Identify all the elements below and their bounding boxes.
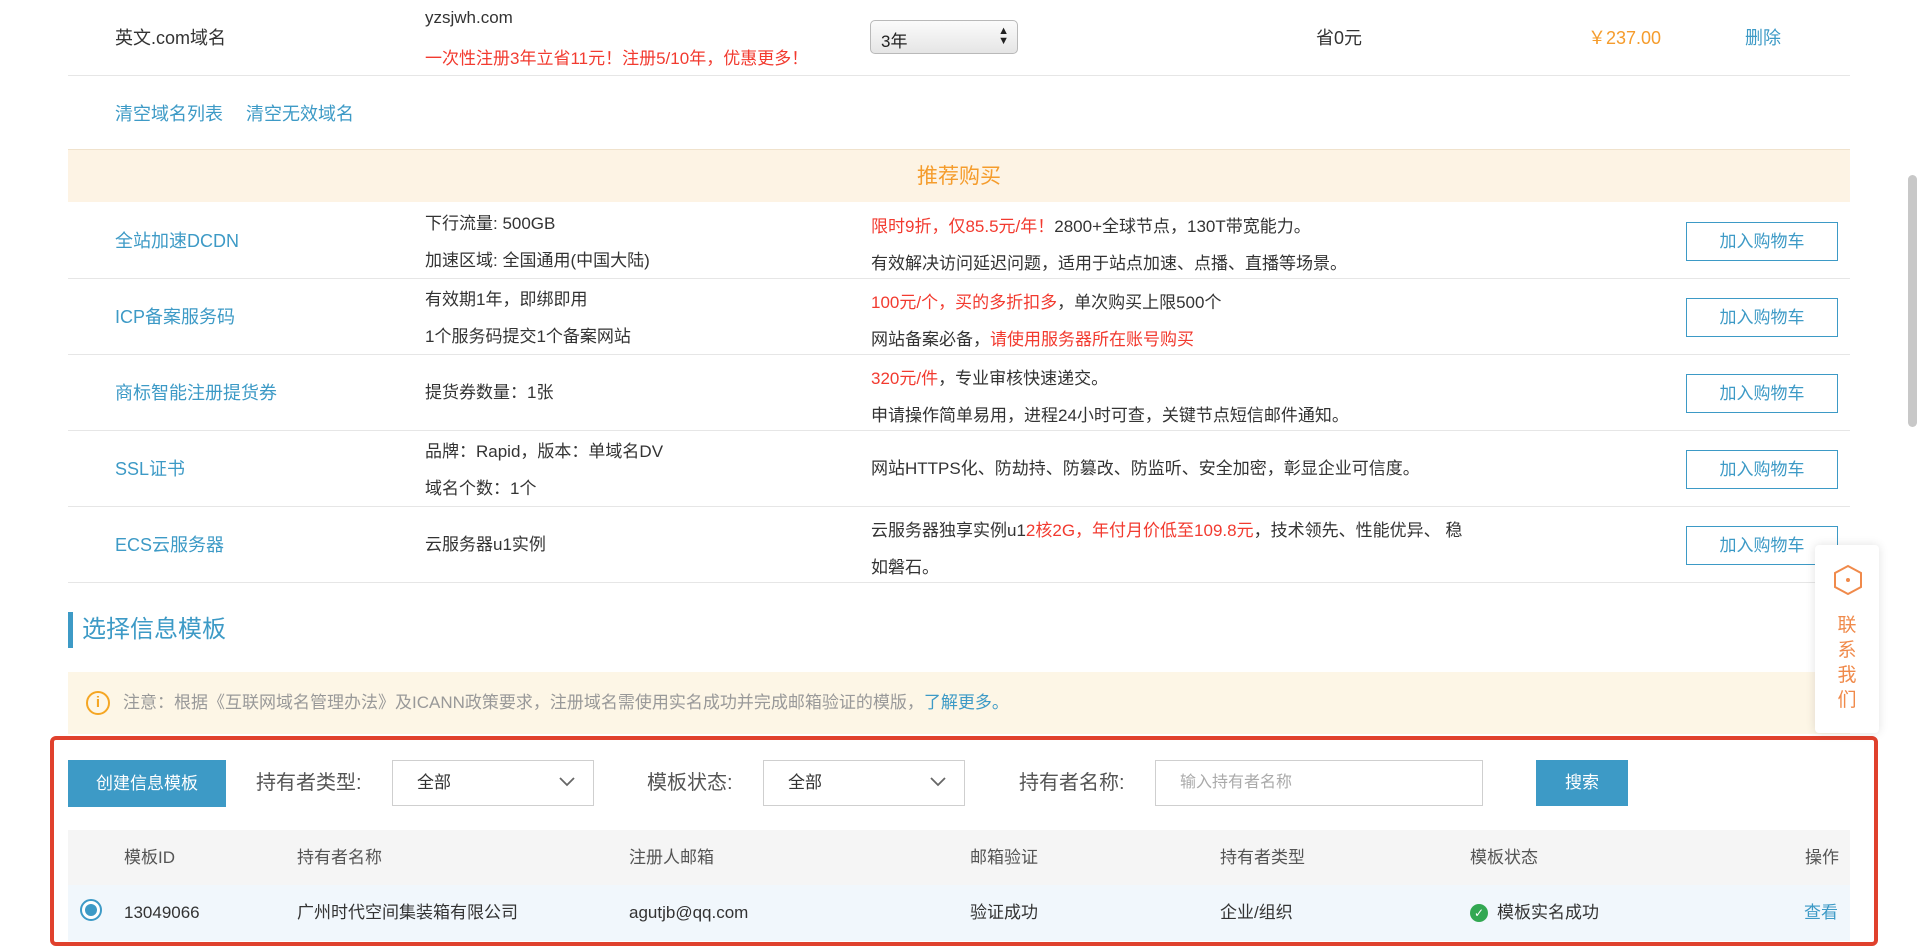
holder-type-label: 持有者类型: (256, 772, 362, 794)
years-select[interactable]: 3年 ▲ ▼ (870, 20, 1018, 54)
holder-name-input[interactable] (1155, 760, 1483, 806)
recommend-header: 推荐购买 (68, 149, 1850, 202)
recommend-row-trademark: 商标智能注册提货券 提货券数量：1张 320元/件，专业审核快速递交。 申请操作… (68, 355, 1850, 431)
info-icon: i (86, 691, 110, 715)
product-spec: 有效期1年，即绑即用 (425, 290, 588, 309)
contact-us-label: 联 系 我 们 (1837, 615, 1857, 711)
domain-name: yzsjwh.com (425, 8, 513, 27)
recommend-row-ecs: ECS云服务器 云服务器u1实例 云服务器独享实例u12核2G，年付月价低至10… (68, 507, 1850, 583)
check-circle-icon: ✓ (1470, 904, 1488, 922)
add-to-cart-button[interactable]: 加入购物车 (1686, 374, 1838, 413)
table-row[interactable]: 13049066 广州时代空间集装箱有限公司 agutjb@qq.com 验证成… (68, 885, 1850, 941)
delete-link[interactable]: 删除 (1745, 24, 1781, 50)
cart-domain-row: 英文.com域名 yzsjwh.com 一次性注册3年立省11元！注册5/10年… (68, 0, 1850, 76)
recommend-row-ssl: SSL证书 品牌：Rapid，版本：单域名DV 域名个数：1个 网站HTTPS化… (68, 431, 1850, 507)
notice-text: 注意：根据《互联网域名管理办法》及ICANN政策要求，注册域名需使用实名成功并完… (123, 693, 924, 712)
chevron-down-icon (930, 777, 946, 787)
template-status-label: 模板状态: (647, 772, 733, 794)
clear-invalid-domains-link[interactable]: 清空无效域名 (246, 104, 354, 124)
col-header: 注册人邮箱 (629, 848, 714, 867)
product-name[interactable]: 商标智能注册提货券 (115, 355, 277, 431)
recommend-row-dcdn: 全站加速DCDN 下行流量: 500GB 加速区域: 全国通用(中国大陆) 限时… (68, 203, 1850, 279)
years-value: 3年 (881, 32, 908, 51)
holder-type: 企业/组织 (1220, 903, 1293, 922)
chat-hexagon-icon (1834, 564, 1862, 596)
col-header: 持有者类型 (1220, 848, 1305, 867)
scrollbar-thumb[interactable] (1908, 175, 1917, 427)
col-header: 模板状态 (1470, 848, 1538, 867)
add-to-cart-button[interactable]: 加入购物车 (1686, 450, 1838, 489)
product-spec: 下行流量: 500GB (425, 214, 556, 233)
product-desc: 申请操作简单易用，进程24小时可查，关键节点短信邮件通知。 (871, 406, 1349, 425)
domain-type: 英文.com域名 (115, 28, 227, 48)
product-spec: 加速区域: 全国通用(中国大陆) (425, 251, 650, 270)
saving-text: 省0元 (1316, 28, 1363, 48)
search-button[interactable]: 搜索 (1536, 760, 1628, 806)
view-link[interactable]: 查看 (1804, 885, 1838, 940)
template-status-value: 全部 (788, 773, 822, 792)
chevron-down-icon (559, 777, 575, 787)
product-desc: 如磐石。 (871, 558, 939, 577)
product-name[interactable]: SSL证书 (115, 431, 185, 507)
domain-promo: 一次性注册3年立省11元！注册5/10年，优惠更多！ (425, 49, 809, 68)
product-spec: 提货券数量：1张 (425, 383, 554, 402)
col-header: 模板ID (124, 848, 175, 867)
template-id: 13049066 (124, 903, 200, 922)
email-verify-status: 验证成功 (970, 903, 1038, 922)
contact-us-widget[interactable]: 联 系 我 们 (1815, 545, 1879, 733)
clear-domain-list-link[interactable]: 清空域名列表 (115, 104, 223, 124)
add-to-cart-button[interactable]: 加入购物车 (1686, 298, 1838, 337)
product-name[interactable]: 全站加速DCDN (115, 203, 239, 279)
holder-name-label: 持有者名称: (1019, 772, 1125, 794)
product-name[interactable]: ICP备案服务码 (115, 279, 235, 355)
col-header: 持有者名称 (297, 848, 382, 867)
updown-icon: ▲ ▼ (998, 25, 1009, 47)
learn-more-link[interactable]: 了解更多。 (924, 693, 1009, 712)
product-desc: 限时9折，仅85.5元/年！2800+全球节点，130T带宽能力。 (871, 217, 1311, 236)
notice-banner: i 注意：根据《互联网域名管理办法》及ICANN政策要求，注册域名需使用实名成功… (68, 672, 1850, 734)
template-status-select[interactable]: 全部 (763, 760, 965, 806)
product-spec: 1个服务码提交1个备案网站 (425, 327, 631, 346)
recommend-row-icp: ICP备案服务码 有效期1年，即绑即用 1个服务码提交1个备案网站 100元/个… (68, 279, 1850, 355)
registrant-email: agutjb@qq.com (629, 903, 749, 922)
product-desc: 有效解决访问延迟问题，适用于站点加速、点播、直播等场景。 (871, 254, 1347, 273)
holder-name: 广州时代空间集装箱有限公司 (297, 903, 518, 922)
product-spec: 域名个数：1个 (425, 479, 537, 498)
product-desc: 云服务器独享实例u12核2G，年付月价低至109.8元，技术领先、性能优异、 稳 (871, 521, 1463, 540)
clear-links: 清空域名列表 清空无效域名 (115, 100, 372, 126)
product-spec: 品牌：Rapid，版本：单域名DV (425, 442, 664, 461)
holder-type-select[interactable]: 全部 (392, 760, 594, 806)
product-name[interactable]: ECS云服务器 (115, 507, 224, 583)
holder-type-value: 全部 (417, 773, 451, 792)
product-desc: 100元/个，买的多折扣多，单次购买上限500个 (871, 293, 1222, 312)
product-spec: 云服务器u1实例 (425, 535, 546, 554)
create-template-button[interactable]: 创建信息模板 (68, 760, 226, 807)
template-status: 模板实名成功 (1497, 903, 1599, 922)
product-desc: 320元/件，专业审核快速递交。 (871, 369, 1109, 388)
product-desc: 网站HTTPS化、防劫持、防篡改、防监听、安全加密，彰显企业可信度。 (871, 459, 1420, 478)
add-to-cart-button[interactable]: 加入购物车 (1686, 222, 1838, 261)
template-table-header: 模板ID 持有者名称 注册人邮箱 邮箱验证 持有者类型 模板状态 操作 (68, 830, 1850, 885)
col-header: 操作 (1805, 848, 1839, 867)
section-title: 选择信息模板 (68, 612, 226, 648)
domain-price: ￥237.00 (1588, 28, 1662, 48)
product-desc: 网站备案必备，请使用服务器所在账号购买 (871, 330, 1194, 349)
row-radio[interactable] (80, 899, 102, 921)
col-header: 邮箱验证 (970, 848, 1038, 867)
